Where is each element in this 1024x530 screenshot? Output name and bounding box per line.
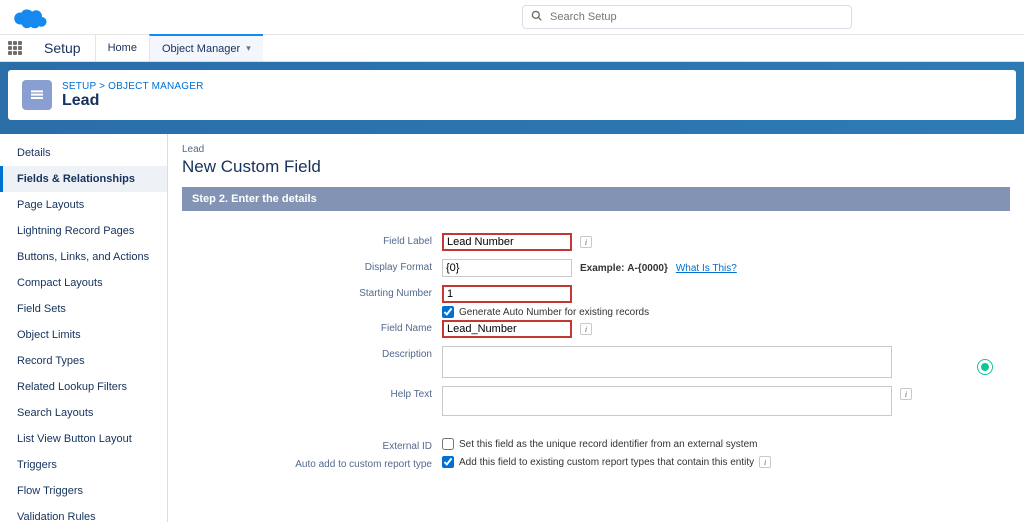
sidebar-item-page-layouts[interactable]: Page Layouts	[0, 192, 167, 218]
label-field-label: Field Label	[182, 233, 442, 247]
nav-bar: Setup Home Object Manager ▾	[0, 34, 1024, 62]
sidebar-item-related-lookup-filters[interactable]: Related Lookup Filters	[0, 374, 167, 400]
link-what-is-this[interactable]: What Is This?	[676, 263, 737, 274]
checkbox-generate-auto-number-label: Generate Auto Number for existing record…	[459, 307, 649, 318]
checkbox-generate-auto-number-input[interactable]	[442, 306, 454, 318]
label-help-text: Help Text	[182, 386, 442, 400]
object-mini-label: Lead	[182, 144, 1010, 155]
checkbox-external-id[interactable]: Set this field as the unique record iden…	[442, 438, 757, 450]
nav-tab-object-manager[interactable]: Object Manager ▾	[149, 34, 263, 61]
row-external-id: External ID Set this field as the unique…	[182, 438, 998, 452]
input-display-format[interactable]	[442, 259, 572, 277]
salesforce-cloud-icon	[12, 5, 48, 29]
global-search[interactable]	[522, 5, 852, 29]
checkbox-external-id-label: Set this field as the unique record iden…	[459, 439, 757, 450]
label-description: Description	[182, 346, 442, 360]
row-field-label: Field Label i	[182, 233, 998, 251]
sidebar-item-validation-rules[interactable]: Validation Rules	[0, 504, 167, 530]
nav-tab-object-manager-label: Object Manager	[162, 43, 240, 55]
breadcrumb[interactable]: SETUP > OBJECT MANAGER	[62, 81, 204, 92]
sidebar-item-object-limits[interactable]: Object Limits	[0, 322, 167, 348]
info-icon[interactable]: i	[580, 323, 592, 335]
sidebar-item-details[interactable]: Details	[0, 140, 167, 166]
textarea-description[interactable]	[442, 346, 892, 378]
row-auto-add-report-type: Auto add to custom report type Add this …	[182, 456, 998, 470]
row-help-text: Help Text i	[182, 386, 998, 416]
wizard-step-bar: Step 2. Enter the details	[182, 187, 1010, 211]
row-field-name: Field Name i	[182, 320, 998, 338]
page-title: Lead	[62, 92, 204, 110]
row-display-format: Display Format Example: A-{0000} What Is…	[182, 259, 998, 277]
sidebar-item-search-layouts[interactable]: Search Layouts	[0, 400, 167, 426]
label-starting-number: Starting Number	[182, 285, 442, 299]
input-field-name[interactable]	[442, 320, 572, 338]
checkbox-auto-add-report-type-label: Add this field to existing custom report…	[459, 457, 754, 468]
sidebar-item-compact-layouts[interactable]: Compact Layouts	[0, 270, 167, 296]
row-starting-number: Starting Number Generate Auto Number for…	[182, 285, 998, 318]
app-name: Setup	[30, 35, 95, 61]
info-icon[interactable]: i	[900, 388, 912, 400]
checkbox-external-id-input[interactable]	[442, 438, 454, 450]
label-auto-add-report-type: Auto add to custom report type	[182, 456, 442, 470]
object-icon	[22, 80, 52, 110]
page-header-stripe: SETUP > OBJECT MANAGER Lead	[0, 62, 1024, 128]
sidebar-item-record-types[interactable]: Record Types	[0, 348, 167, 374]
sidebar-item-lightning-record-pages[interactable]: Lightning Record Pages	[0, 218, 167, 244]
label-display-format: Display Format	[182, 259, 442, 273]
input-field-label[interactable]	[442, 233, 572, 251]
search-icon	[531, 10, 542, 24]
checkbox-auto-add-report-type[interactable]: Add this field to existing custom report…	[442, 456, 771, 468]
global-search-input[interactable]	[548, 10, 843, 24]
sidebar-item-triggers[interactable]: Triggers	[0, 452, 167, 478]
nav-tab-home[interactable]: Home	[95, 35, 149, 61]
sidebar-item-field-sets[interactable]: Field Sets	[0, 296, 167, 322]
checkbox-auto-add-report-type-input[interactable]	[442, 456, 454, 468]
checkbox-generate-auto-number[interactable]: Generate Auto Number for existing record…	[442, 306, 649, 318]
input-starting-number[interactable]	[442, 285, 572, 303]
sidebar-item-buttons-links-actions[interactable]: Buttons, Links, and Actions	[0, 244, 167, 270]
label-field-name: Field Name	[182, 320, 442, 334]
row-description: Description	[182, 346, 998, 378]
sidebar-item-flow-triggers[interactable]: Flow Triggers	[0, 478, 167, 504]
global-header	[0, 0, 1024, 34]
app-launcher-icon[interactable]	[0, 35, 30, 61]
page-header: SETUP > OBJECT MANAGER Lead	[8, 70, 1016, 120]
form: Field Label i Display Format Example: A-…	[182, 233, 1010, 470]
sidebar-item-fields-relationships[interactable]: Fields & Relationships	[0, 166, 167, 192]
page-subtitle: New Custom Field	[182, 157, 1010, 177]
sidebar: Details Fields & Relationships Page Layo…	[0, 134, 168, 522]
chevron-down-icon: ▾	[246, 43, 251, 54]
sidebar-item-list-view-button-layout[interactable]: List View Button Layout	[0, 426, 167, 452]
info-icon[interactable]: i	[580, 236, 592, 248]
textarea-help-text[interactable]	[442, 386, 892, 416]
label-external-id: External ID	[182, 438, 442, 452]
info-icon[interactable]: i	[759, 456, 771, 468]
display-format-example: Example: A-{0000}	[580, 263, 668, 274]
main-content: Lead New Custom Field Step 2. Enter the …	[168, 134, 1024, 522]
body: Details Fields & Relationships Page Layo…	[0, 134, 1024, 522]
